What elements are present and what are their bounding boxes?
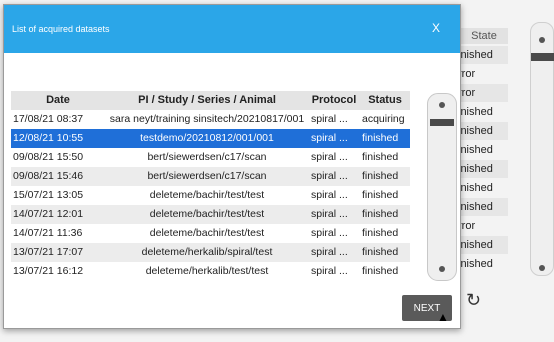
table-row[interactable]: 13/07/21 16:12 deleteme/herkalib/test/tes… bbox=[11, 262, 410, 281]
cell-status: finished bbox=[362, 208, 399, 220]
cell-path: deleteme/herkalib/test/test bbox=[145, 265, 269, 277]
table-header: Date PI / Study / Series / Animal Protoc… bbox=[11, 91, 410, 110]
scroll-down-dot[interactable] bbox=[439, 266, 445, 272]
acquired-datasets-dialog: List of acquired datasets X Date PI / St… bbox=[3, 4, 461, 329]
cell-status: finished bbox=[362, 132, 399, 144]
cell-path: sara neyt/training sinsitech/20210817/00… bbox=[109, 113, 305, 125]
cell-path: deleteme/bachir/test/test bbox=[149, 208, 265, 220]
bg-state-cell: inished bbox=[454, 198, 508, 216]
cell-date: 13/07/21 17:07 bbox=[13, 246, 84, 258]
bg-state-cell: inished bbox=[454, 160, 508, 178]
cell-status: finished bbox=[362, 151, 399, 163]
cell-status: finished bbox=[362, 189, 399, 201]
cell-protocol: spiral ... bbox=[311, 113, 348, 125]
cell-protocol: spiral ... bbox=[311, 151, 348, 163]
bg-state-cell: rror bbox=[454, 84, 508, 102]
table-row[interactable]: 14/07/21 11:36 deleteme/bachir/test/test s… bbox=[11, 224, 410, 243]
cell-date: 12/08/21 10:55 bbox=[13, 132, 84, 144]
table-row[interactable]: 13/07/21 17:07 deleteme/herkalib/spiral/t… bbox=[11, 243, 410, 262]
column-header-status[interactable]: Status bbox=[359, 91, 411, 110]
scroll-thumb[interactable] bbox=[430, 119, 454, 126]
column-header-protocol[interactable]: Protocol bbox=[309, 91, 359, 110]
table-body: 17/08/21 08:37 sara neyt/training sinsite… bbox=[11, 110, 410, 281]
cell-status: finished bbox=[362, 170, 399, 182]
bg-scroll-down-dot[interactable] bbox=[539, 265, 545, 271]
cell-status: acquiring bbox=[362, 113, 405, 125]
cell-date: 13/07/21 16:12 bbox=[13, 265, 84, 277]
cell-status: finished bbox=[362, 246, 399, 258]
cell-protocol: spiral ... bbox=[311, 227, 348, 239]
table-row[interactable]: 17/08/21 08:37 sara neyt/training sinsite… bbox=[11, 110, 410, 129]
bg-state-cell: inished bbox=[458, 106, 493, 118]
cell-path: deleteme/herkalib/spiral/test bbox=[141, 246, 273, 258]
cell-date: 15/07/21 13:05 bbox=[13, 189, 84, 201]
cell-protocol: spiral ... bbox=[311, 189, 348, 201]
close-icon[interactable]: X bbox=[432, 21, 440, 35]
cell-path: deleteme/bachir/test/test bbox=[149, 227, 265, 239]
column-header-path[interactable]: PI / Study / Series / Animal bbox=[109, 91, 305, 110]
cell-protocol: spiral ... bbox=[311, 246, 348, 258]
cell-date: 17/08/21 08:37 bbox=[13, 113, 84, 125]
datasets-table: Date PI / Study / Series / Animal Protoc… bbox=[11, 91, 410, 281]
cell-protocol: spiral ... bbox=[311, 265, 348, 277]
bg-state-cell: inished bbox=[458, 182, 493, 194]
table-row[interactable]: 12/08/21 10:55 testdemo/20210812/001/001 s… bbox=[11, 129, 410, 148]
table-scrollbar[interactable] bbox=[427, 93, 457, 281]
bg-state-cell: inished bbox=[458, 258, 493, 270]
scroll-up-dot[interactable] bbox=[439, 102, 445, 108]
table-row[interactable]: 09/08/21 15:50 bert/siewerdsen/c17/scan sp… bbox=[11, 148, 410, 167]
bg-scroll-thumb[interactable] bbox=[531, 53, 554, 61]
bg-state-cell: inished bbox=[458, 144, 493, 156]
dialog-title: List of acquired datasets bbox=[12, 24, 110, 34]
bg-state-cell: inished bbox=[454, 236, 508, 254]
cell-date: 09/08/21 15:46 bbox=[13, 170, 84, 182]
table-row[interactable]: 14/07/21 12:01 deleteme/bachir/test/test s… bbox=[11, 205, 410, 224]
cell-date: 14/07/21 11:36 bbox=[13, 227, 83, 239]
table-row[interactable]: 09/08/21 15:46 bert/siewerdsen/c17/scan sp… bbox=[11, 167, 410, 186]
bg-scroll-up-dot[interactable] bbox=[539, 37, 545, 43]
cursor-icon: ▲ bbox=[437, 310, 449, 324]
column-header-date[interactable]: Date bbox=[11, 91, 105, 110]
bg-state-cell: inished bbox=[454, 122, 508, 140]
cell-path: deleteme/bachir/test/test bbox=[149, 189, 265, 201]
cell-status: finished bbox=[362, 227, 399, 239]
cell-protocol: spiral ... bbox=[311, 132, 348, 144]
table-row[interactable]: 15/07/21 13:05 deleteme/bachir/test/test s… bbox=[11, 186, 410, 205]
cell-protocol: spiral ... bbox=[311, 170, 348, 182]
cell-path: testdemo/20210812/001/001 bbox=[140, 132, 274, 144]
refresh-icon[interactable]: ↻ bbox=[466, 290, 481, 311]
bg-state-cell: inished bbox=[454, 46, 508, 64]
cell-path: bert/siewerdsen/c17/scan bbox=[147, 151, 267, 163]
cell-path: bert/siewerdsen/c17/scan bbox=[147, 170, 267, 182]
bg-state-column-header: State bbox=[460, 28, 508, 44]
bg-state-cell: rror bbox=[458, 220, 476, 232]
cell-protocol: spiral ... bbox=[311, 208, 348, 220]
bg-state-cell: rror bbox=[458, 68, 476, 80]
cell-date: 14/07/21 12:01 bbox=[13, 208, 84, 220]
cell-status: finished bbox=[362, 265, 399, 277]
cell-date: 09/08/21 15:50 bbox=[13, 151, 84, 163]
bg-scrollbar[interactable] bbox=[530, 22, 554, 276]
dialog-header: List of acquired datasets X bbox=[4, 5, 460, 53]
